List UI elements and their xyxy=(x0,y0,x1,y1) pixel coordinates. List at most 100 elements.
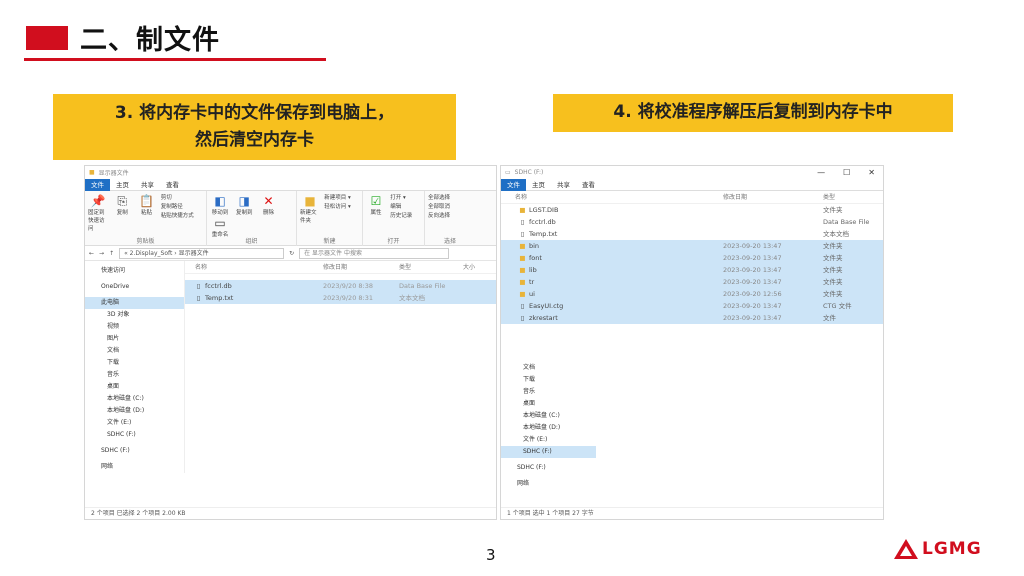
nav-network[interactable]: 网络 xyxy=(501,478,596,490)
tab-view[interactable]: 查看 xyxy=(576,179,601,191)
column-name[interactable]: 名称 xyxy=(185,261,323,273)
tab-home[interactable]: 主页 xyxy=(110,179,135,191)
file-row[interactable]: ▯fcctrl.dbData Base File2 KB xyxy=(501,216,883,228)
nav-drive-f[interactable]: SDHC (F:) xyxy=(85,429,184,441)
nav-drive-f[interactable]: SDHC (F:) xyxy=(501,446,596,458)
delete-button[interactable]: ✕ 删除 xyxy=(258,194,278,216)
nav-music[interactable]: 音乐 xyxy=(85,369,184,381)
nav-desktop[interactable]: 桌面 xyxy=(501,398,596,410)
invert-selection-button[interactable]: 反向选择 xyxy=(428,212,472,221)
nav-drive-d[interactable]: 本地磁盘 (D:) xyxy=(85,405,184,417)
close-icon[interactable]: ✕ xyxy=(868,168,875,177)
nav-sdhc[interactable]: SDHC (F:) xyxy=(85,445,184,457)
easy-access-button[interactable]: 轻松访问 ▾ xyxy=(324,203,351,212)
tab-file[interactable]: 文件 xyxy=(85,178,110,191)
file-name: Temp.txt xyxy=(205,294,234,302)
nav-network[interactable]: 网络 xyxy=(85,461,184,473)
tab-share[interactable]: 共享 xyxy=(551,179,576,191)
new-item-button[interactable]: 新建项目 ▾ xyxy=(324,194,351,203)
file-row[interactable]: ▯EasyUI.ctg2023-09-20 13:47CTG 文件1 KB xyxy=(501,300,883,312)
column-type[interactable]: 类型 xyxy=(399,261,463,273)
copy-path-button[interactable]: 复制路径 xyxy=(161,203,194,212)
forward-arrow-icon[interactable]: → xyxy=(99,250,104,257)
minimize-icon[interactable]: — xyxy=(817,168,825,177)
nav-downloads[interactable]: 下载 xyxy=(501,374,596,386)
new-folder-button[interactable]: ■ 新建文件夹 xyxy=(300,194,320,224)
nav-desktop[interactable]: 桌面 xyxy=(85,381,184,393)
nav-documents[interactable]: 文档 xyxy=(501,362,596,374)
nav-sdhc[interactable]: SDHC (F:) xyxy=(501,462,596,474)
nav-this-pc[interactable]: 此电脑 xyxy=(85,297,184,309)
tab-home[interactable]: 主页 xyxy=(526,179,551,191)
edit-button[interactable]: 编辑 xyxy=(390,203,412,212)
nav-quick-access[interactable]: 快速访问 xyxy=(85,265,184,277)
nav-music[interactable]: 音乐 xyxy=(501,386,596,398)
back-arrow-icon[interactable]: ← xyxy=(89,250,94,257)
paste-button[interactable]: 📋 粘贴 xyxy=(136,194,156,216)
nav-drive-e[interactable]: 文件 (E:) xyxy=(501,434,596,446)
file-row[interactable]: ▯zkrestart2023-09-20 13:47文件0 KB xyxy=(501,312,883,324)
file-row[interactable]: ▯ Temp.txt 2023/9/20 8:31 文本文档 xyxy=(185,292,496,304)
nav-drive-e[interactable]: 文件 (E:) xyxy=(85,417,184,429)
file-row[interactable]: ▯ fcctrl.db 2023/9/20 8:38 Data Base File xyxy=(185,280,496,292)
folder-icon: ■ xyxy=(519,266,526,274)
file-type: 文本文档 xyxy=(823,230,849,238)
history-button[interactable]: 历史记录 xyxy=(390,212,412,221)
file-type: 文件夹 xyxy=(823,290,843,298)
maximize-icon[interactable]: ☐ xyxy=(843,168,850,177)
cut-button[interactable]: 剪切 xyxy=(161,194,194,203)
up-arrow-icon[interactable]: ↑ xyxy=(109,250,114,257)
page-title: 二、制文件 xyxy=(80,25,220,56)
column-type[interactable]: 类型 xyxy=(823,191,883,203)
open-button[interactable]: 打开 ▾ xyxy=(390,194,412,203)
address-bar[interactable]: « 2.Display_Soft › 显示器文件 xyxy=(119,247,285,259)
nav-drive-c[interactable]: 本地磁盘 (C:) xyxy=(501,410,596,422)
address-row: ← → ↑ « 2.Display_Soft › 显示器文件 ↻ 在 显示器文件… xyxy=(85,246,496,261)
rename-icon: ▭ xyxy=(214,216,226,230)
file-row[interactable]: ■ lib 2023-09-20 13:47 文件夹 xyxy=(501,264,883,276)
pin-button[interactable]: 📌 固定到快速访问 xyxy=(88,194,108,232)
file-name-cell: ▯ zkrestart xyxy=(501,312,723,324)
paste-shortcut-button[interactable]: 粘贴快捷方式 xyxy=(161,212,194,221)
file-row[interactable]: ■ LGST.DIB 文件夹 xyxy=(501,204,883,216)
column-name[interactable]: 名称 xyxy=(501,191,723,203)
copy-to-icon: ◨ xyxy=(238,194,250,208)
copy-button[interactable]: ⎘ 复制 xyxy=(112,194,132,216)
nav-onedrive[interactable]: OneDrive xyxy=(85,281,184,293)
nav-downloads[interactable]: 下载 xyxy=(85,357,184,369)
move-to-button[interactable]: ◧ 移动到 xyxy=(210,194,230,216)
column-headers: 名称 修改日期 类型 大小 xyxy=(501,191,883,204)
search-input[interactable]: 在 显示器文件 中搜索 xyxy=(299,247,450,259)
file-row[interactable]: ■ ui 2023-09-20 12:56 文件夹 xyxy=(501,288,883,300)
explorer-window-left: ■ 显示器文件 文件 主页 共享 查看 📌 固定到快速访问 ⎘ 复制 📋 粘贴 剪切 … xyxy=(84,165,497,520)
file-row[interactable]: ■ tr 2023-09-20 13:47 文件夹 xyxy=(501,276,883,288)
column-date[interactable]: 修改日期 xyxy=(323,261,399,273)
tab-file[interactable]: 文件 xyxy=(501,178,526,191)
properties-button[interactable]: ☑ 属性 xyxy=(366,194,386,216)
file-type: CTG 文件 xyxy=(823,302,852,310)
nav-pictures[interactable]: 图片 xyxy=(85,333,184,345)
nav-3d-objects[interactable]: 3D 对象 xyxy=(85,309,184,321)
nav-documents[interactable]: 文档 xyxy=(85,345,184,357)
page-number: 3 xyxy=(486,546,496,564)
copy-to-button[interactable]: ◨ 复制到 xyxy=(234,194,254,216)
nav-drive-c[interactable]: 本地磁盘 (C:) xyxy=(85,393,184,405)
file-date: 2023/9/20 8:38 xyxy=(323,282,373,290)
file-date: 2023-09-20 13:47 xyxy=(723,266,782,274)
column-date[interactable]: 修改日期 xyxy=(723,191,823,203)
explorer-body: 快速访问 OneDrive 此电脑 3D 对象 视频 图片 文档 下载 音乐 桌… xyxy=(85,261,496,473)
company-logo: LGMG xyxy=(893,538,982,560)
tab-share[interactable]: 共享 xyxy=(135,179,160,191)
rename-button[interactable]: ▭ 重命名 xyxy=(210,216,230,238)
ribbon-group-label: 剪贴板 xyxy=(136,238,155,245)
file-row[interactable]: ■ font 2023-09-20 13:47 文件夹 xyxy=(501,252,883,264)
nav-videos[interactable]: 视频 xyxy=(85,321,184,333)
column-size[interactable]: 大小 xyxy=(463,261,493,273)
select-none-button[interactable]: 全部取消 xyxy=(428,203,472,212)
tab-view[interactable]: 查看 xyxy=(160,179,185,191)
file-row[interactable]: ▯Temp.txt文本文档1 KB xyxy=(501,228,883,240)
select-all-button[interactable]: 全部选择 xyxy=(428,194,472,203)
file-row[interactable]: ■ bin 2023-09-20 13:47 文件夹 xyxy=(501,240,883,252)
refresh-icon[interactable]: ↻ xyxy=(289,250,294,257)
nav-drive-d[interactable]: 本地磁盘 (D:) xyxy=(501,422,596,434)
